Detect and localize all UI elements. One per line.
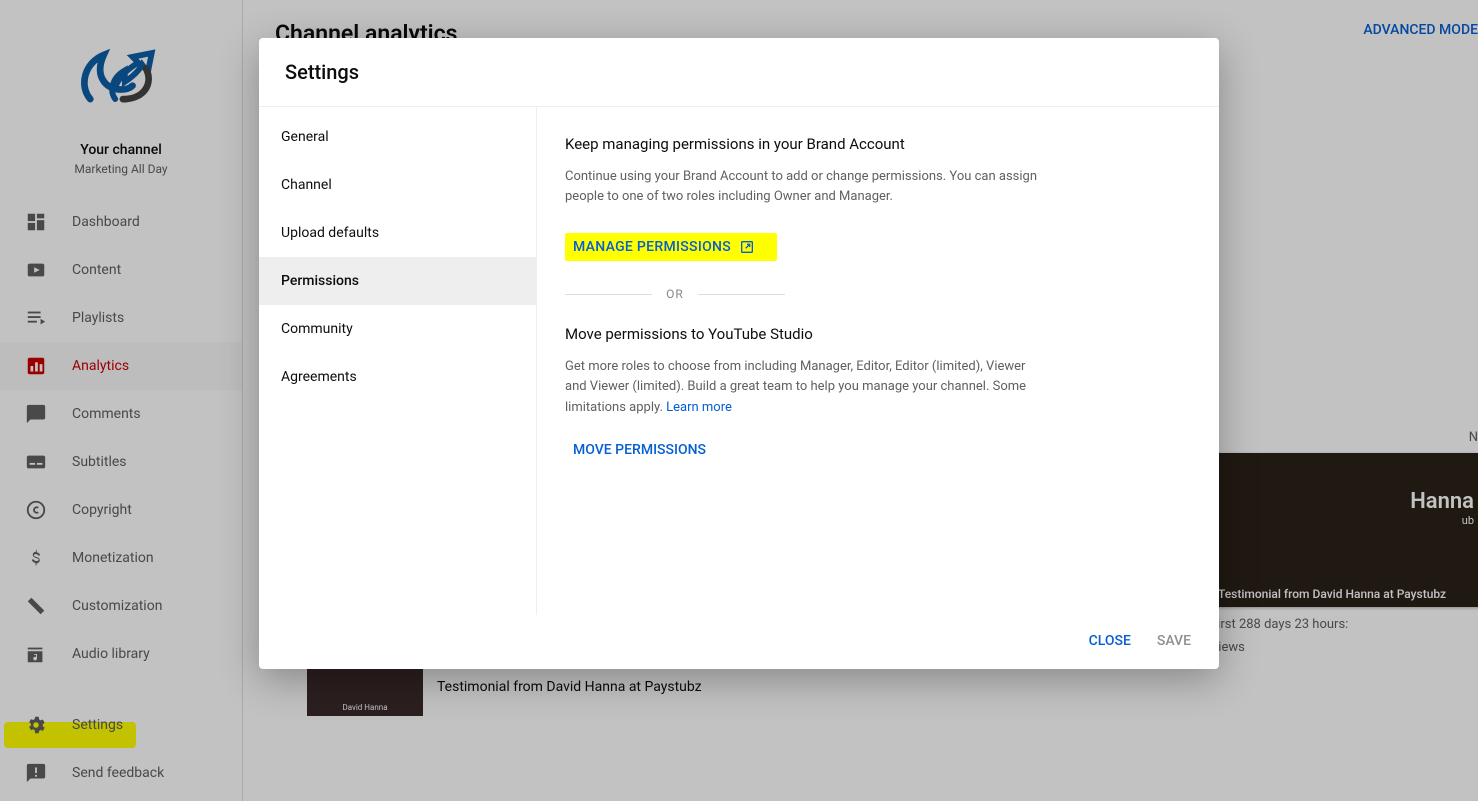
manage-permissions-label: MANAGE PERMISSIONS	[573, 239, 731, 255]
learn-more-link[interactable]: Learn more	[666, 400, 732, 415]
brand-account-text: Continue using your Brand Account to add…	[565, 167, 1045, 207]
manage-permissions-button[interactable]: MANAGE PERMISSIONS	[565, 233, 777, 261]
dialog-nav-permissions[interactable]: Permissions	[259, 257, 536, 305]
move-permissions-button[interactable]: MOVE PERMISSIONS	[565, 442, 706, 458]
or-separator: OR	[565, 287, 785, 301]
dialog-nav-community[interactable]: Community	[259, 305, 536, 353]
dialog-nav-general[interactable]: General	[259, 113, 536, 161]
dialog-nav-upload-defaults[interactable]: Upload defaults	[259, 209, 536, 257]
settings-dialog: Settings General Channel Upload defaults…	[259, 38, 1219, 669]
save-button[interactable]: SAVE	[1157, 633, 1191, 649]
open-external-icon	[739, 239, 755, 255]
move-permissions-body: Get more roles to choose from including …	[565, 359, 1026, 414]
dialog-title: Settings	[259, 38, 1219, 107]
dialog-nav-channel[interactable]: Channel	[259, 161, 536, 209]
dialog-content: Keep managing permissions in your Brand …	[537, 107, 1219, 615]
move-permissions-heading: Move permissions to YouTube Studio	[565, 325, 1191, 343]
brand-account-heading: Keep managing permissions in your Brand …	[565, 135, 1191, 153]
modal-overlay[interactable]: Settings General Channel Upload defaults…	[0, 0, 1478, 801]
dialog-nav-agreements[interactable]: Agreements	[259, 353, 536, 401]
dialog-footer: CLOSE SAVE	[259, 615, 1219, 669]
or-text: OR	[652, 287, 698, 301]
move-permissions-text: Get more roles to choose from including …	[565, 357, 1045, 417]
close-button[interactable]: CLOSE	[1089, 633, 1131, 649]
dialog-nav: General Channel Upload defaults Permissi…	[259, 107, 537, 615]
